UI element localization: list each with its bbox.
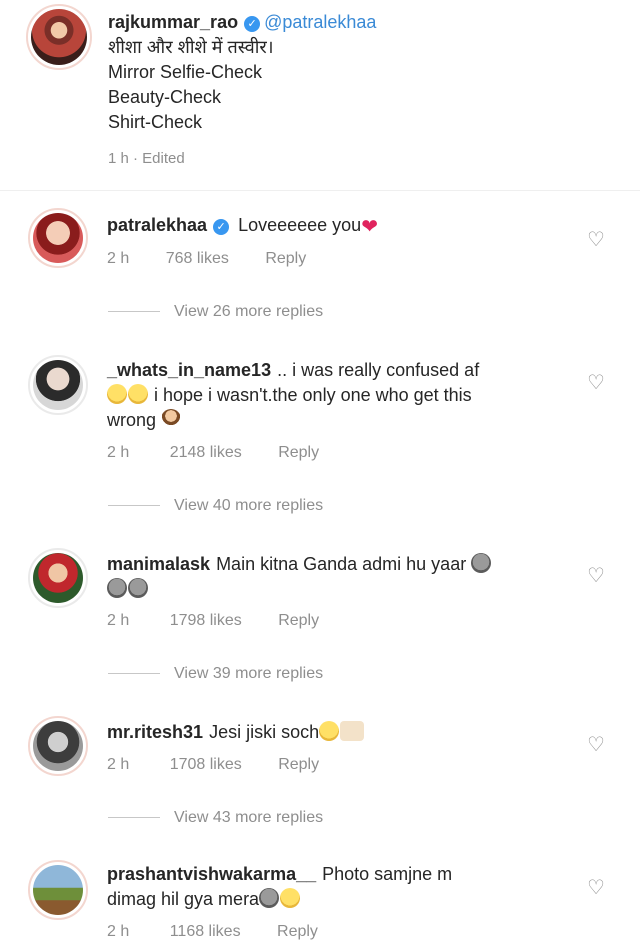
neutral-face-emoji-icon xyxy=(471,553,492,573)
comment-text: dimag hil gya mera xyxy=(107,889,260,909)
caption-line: Mirror Selfie-Check xyxy=(108,62,263,82)
reply-button[interactable]: Reply xyxy=(278,756,319,774)
verified-badge-icon: ✓ xyxy=(244,16,261,32)
caption-text: rajkummar_rao ✓ @patralekhaa शीशा और शीशे … xyxy=(108,10,376,135)
view-replies-button[interactable]: View 26 more replies xyxy=(108,303,323,321)
comment-likes[interactable]: 768 likes xyxy=(166,250,229,268)
comment-likes[interactable]: 1168 likes xyxy=(170,923,241,941)
divider xyxy=(108,817,160,819)
comment-likes[interactable]: 1798 likes xyxy=(170,612,242,630)
divider xyxy=(108,673,160,675)
divider xyxy=(108,505,160,507)
heart-outline-icon[interactable]: ♡ xyxy=(585,230,607,250)
caption-line: Beauty-Check xyxy=(108,87,222,107)
comment-meta: 2 h 1708 likes Reply xyxy=(107,756,319,774)
comment-body: manimalask Main kitna Ganda admi hu yaar xyxy=(107,552,577,602)
laughing-emoji-icon xyxy=(107,384,127,404)
comment-body: patralekhaa ✓ Loveeeeee you❤ xyxy=(107,213,577,240)
neutral-face-emoji-icon xyxy=(107,578,127,598)
neutral-face-emoji-icon xyxy=(259,888,280,908)
commenter-username[interactable]: _whats_in_name13 xyxy=(107,360,271,380)
comment-time: 2 h xyxy=(107,250,130,267)
heart-outline-icon[interactable]: ♡ xyxy=(585,878,607,898)
comment-likes[interactable]: 1708 likes xyxy=(170,756,242,774)
view-replies-button[interactable]: View 39 more replies xyxy=(108,665,323,683)
verified-badge-icon: ✓ xyxy=(213,219,230,235)
person-shrug-emoji-icon xyxy=(161,409,182,429)
view-replies-label: View 40 more replies xyxy=(174,497,324,514)
comment-time: 2 h xyxy=(107,444,130,461)
divider xyxy=(0,190,640,191)
comment-text: i hope i wasn't.the only one who get thi… xyxy=(154,385,472,405)
view-replies-label: View 26 more replies xyxy=(174,303,324,320)
comment-text: Main kitna Ganda admi hu yaar xyxy=(216,554,467,574)
reply-button[interactable]: Reply xyxy=(278,444,319,462)
commenter-avatar[interactable] xyxy=(28,716,88,776)
comment-time: 2 h xyxy=(107,923,130,940)
comment-meta: 2 h 1798 likes Reply xyxy=(107,612,319,630)
reply-button[interactable]: Reply xyxy=(265,250,306,268)
commenter-avatar[interactable] xyxy=(28,208,88,268)
neutral-face-emoji-icon xyxy=(128,578,148,598)
comment-meta: 2 h 2148 likes Reply xyxy=(107,444,319,462)
post-caption: rajkummar_rao ✓ @patralekhaa शीशा और शीशे … xyxy=(0,0,640,190)
commenter-username[interactable]: mr.ritesh31 xyxy=(107,722,203,742)
comment-body: mr.ritesh31 Jesi jiski soch xyxy=(107,720,577,745)
comment-text: wrong xyxy=(107,410,157,430)
caption-meta: 1 h · Edited xyxy=(108,150,185,167)
heart-outline-icon[interactable]: ♡ xyxy=(585,735,607,755)
comment-text: Photo samjne m xyxy=(322,864,453,884)
commenter-avatar[interactable] xyxy=(28,355,88,415)
author-avatar[interactable] xyxy=(26,4,92,70)
view-replies-label: View 39 more replies xyxy=(174,665,324,682)
reply-button[interactable]: Reply xyxy=(277,923,318,941)
comment-meta: 2 h 768 likes Reply xyxy=(107,250,306,268)
commenter-username[interactable]: prashantvishwakarma__ xyxy=(107,864,316,884)
view-replies-button[interactable]: View 43 more replies xyxy=(108,809,323,827)
caption-line: शीशा और शीशे में तस्वीर। xyxy=(108,37,274,57)
commenter-username[interactable]: manimalask xyxy=(107,554,210,574)
comment-meta: 2 h 1168 likes Reply xyxy=(107,923,318,941)
reply-button[interactable]: Reply xyxy=(278,612,319,630)
commenter-avatar[interactable] xyxy=(28,548,88,608)
comment-body: _whats_in_name13 .. i was really confused… xyxy=(107,358,577,433)
folded-hands-emoji-icon xyxy=(340,721,365,741)
author-username[interactable]: rajkummar_rao xyxy=(108,12,238,32)
winking-tongue-emoji-icon xyxy=(280,888,301,908)
comment-body: prashantvishwakarma__ Photo samjne m dima… xyxy=(107,862,577,912)
comment-text: Jesi jiski soch xyxy=(209,722,320,742)
laughing-emoji-icon xyxy=(128,384,148,404)
comment-text: Loveeeeee you xyxy=(238,215,362,235)
caption-line: Shirt-Check xyxy=(108,112,203,132)
commenter-username[interactable]: patralekhaa xyxy=(107,215,207,235)
laughing-emoji-icon xyxy=(319,721,340,741)
comment-time: 2 h xyxy=(107,612,130,629)
caption-mention[interactable]: @patralekhaa xyxy=(264,12,376,32)
heart-outline-icon[interactable]: ♡ xyxy=(585,373,607,393)
comment-text: .. i was really confused af xyxy=(277,360,480,380)
comment-time: 2 h xyxy=(107,756,130,773)
view-replies-button[interactable]: View 40 more replies xyxy=(108,497,323,515)
commenter-avatar[interactable] xyxy=(28,860,88,920)
divider xyxy=(108,311,160,313)
comment-likes[interactable]: 2148 likes xyxy=(170,444,242,462)
heart-outline-icon[interactable]: ♡ xyxy=(585,566,607,586)
view-replies-label: View 43 more replies xyxy=(174,809,324,826)
red-heart-icon: ❤ xyxy=(361,216,378,238)
